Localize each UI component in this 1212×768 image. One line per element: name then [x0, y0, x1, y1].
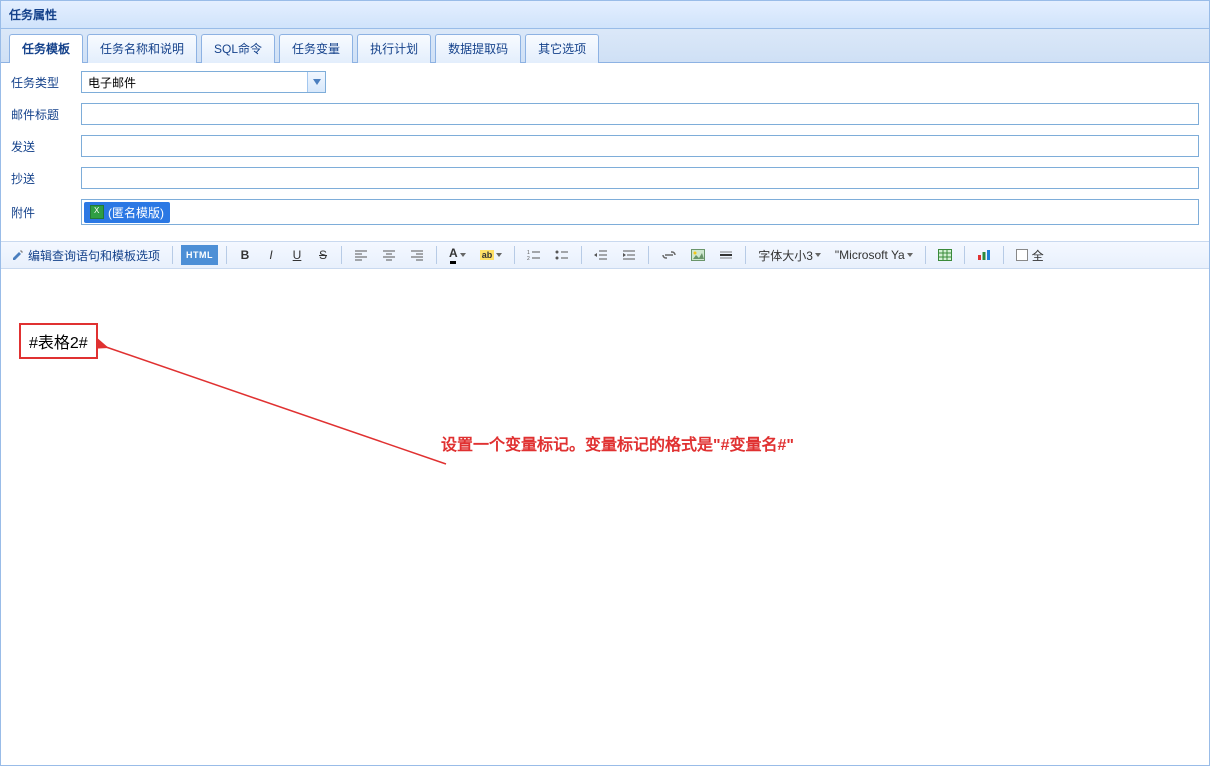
underline-button[interactable]: U: [287, 245, 307, 265]
editor-area[interactable]: #表格2# 设置一个变量标记。变量标记的格式是"#变量名#": [1, 269, 1209, 749]
attach-chip[interactable]: (匿名模版): [84, 202, 170, 223]
attach-box[interactable]: (匿名模版): [81, 199, 1199, 225]
subject-label: 邮件标题: [11, 106, 81, 123]
tab-template[interactable]: 任务模板: [9, 34, 83, 63]
font-size-dropdown[interactable]: 字体大小3: [754, 245, 825, 265]
chevron-down-icon[interactable]: [307, 72, 325, 92]
tab-name-desc[interactable]: 任务名称和说明: [87, 34, 197, 63]
chart-button[interactable]: [973, 245, 995, 265]
tab-other[interactable]: 其它选项: [525, 34, 599, 63]
cc-input[interactable]: [81, 167, 1199, 189]
attach-label: 附件: [11, 204, 81, 221]
tab-sql[interactable]: SQL命令: [201, 34, 275, 63]
svg-text:2: 2: [527, 256, 530, 261]
bold-button[interactable]: B: [235, 245, 255, 265]
variable-marker: #表格2#: [19, 323, 98, 359]
html-mode-button[interactable]: HTML: [181, 245, 218, 265]
tab-variables[interactable]: 任务变量: [279, 34, 353, 63]
task-type-input[interactable]: [82, 73, 307, 91]
form-area: 任务类型 邮件标题 发送 抄送 附件 (匿名: [1, 63, 1209, 241]
ordered-list-button[interactable]: 12: [523, 245, 545, 265]
align-right-button[interactable]: [406, 245, 428, 265]
to-label: 发送: [11, 138, 81, 155]
image-button[interactable]: [687, 245, 709, 265]
excel-icon: [90, 205, 104, 219]
cc-label: 抄送: [11, 170, 81, 187]
font-family-dropdown[interactable]: "Microsoft Ya: [831, 245, 917, 265]
attach-chip-label: (匿名模版): [108, 204, 164, 221]
insert-table-button[interactable]: [934, 245, 956, 265]
panel-title: 任务属性: [1, 1, 1209, 29]
align-center-button[interactable]: [378, 245, 400, 265]
task-type-label: 任务类型: [11, 74, 81, 91]
task-type-combo[interactable]: [81, 71, 326, 93]
outdent-button[interactable]: [590, 245, 612, 265]
annotation-arrow: [96, 329, 466, 479]
editor-toolbar: 编辑查询语句和模板选项 HTML B I U S A ab 12: [1, 241, 1209, 269]
tab-schedule[interactable]: 执行计划: [357, 34, 431, 63]
indent-button[interactable]: [618, 245, 640, 265]
font-color-button[interactable]: A: [445, 245, 470, 265]
edit-query-label: 编辑查询语句和模板选项: [28, 247, 160, 264]
fullscreen-toggle[interactable]: 全: [1012, 245, 1048, 265]
hr-button[interactable]: [715, 245, 737, 265]
subject-input[interactable]: [81, 103, 1199, 125]
highlight-button[interactable]: ab: [476, 245, 507, 265]
link-button[interactable]: [657, 245, 681, 265]
task-properties-panel: 任务属性 任务模板 任务名称和说明 SQL命令 任务变量 执行计划 数据提取码 …: [0, 0, 1210, 766]
tab-extract[interactable]: 数据提取码: [435, 34, 521, 63]
checkbox-icon: [1016, 249, 1028, 261]
align-left-button[interactable]: [350, 245, 372, 265]
to-input[interactable]: [81, 135, 1199, 157]
edit-query-button[interactable]: 编辑查询语句和模板选项: [7, 245, 164, 265]
annotation-text: 设置一个变量标记。变量标记的格式是"#变量名#": [441, 431, 794, 455]
tabs-strip: 任务模板 任务名称和说明 SQL命令 任务变量 执行计划 数据提取码 其它选项: [1, 29, 1209, 63]
unordered-list-button[interactable]: [551, 245, 573, 265]
strike-button[interactable]: S: [313, 245, 333, 265]
italic-button[interactable]: I: [261, 245, 281, 265]
